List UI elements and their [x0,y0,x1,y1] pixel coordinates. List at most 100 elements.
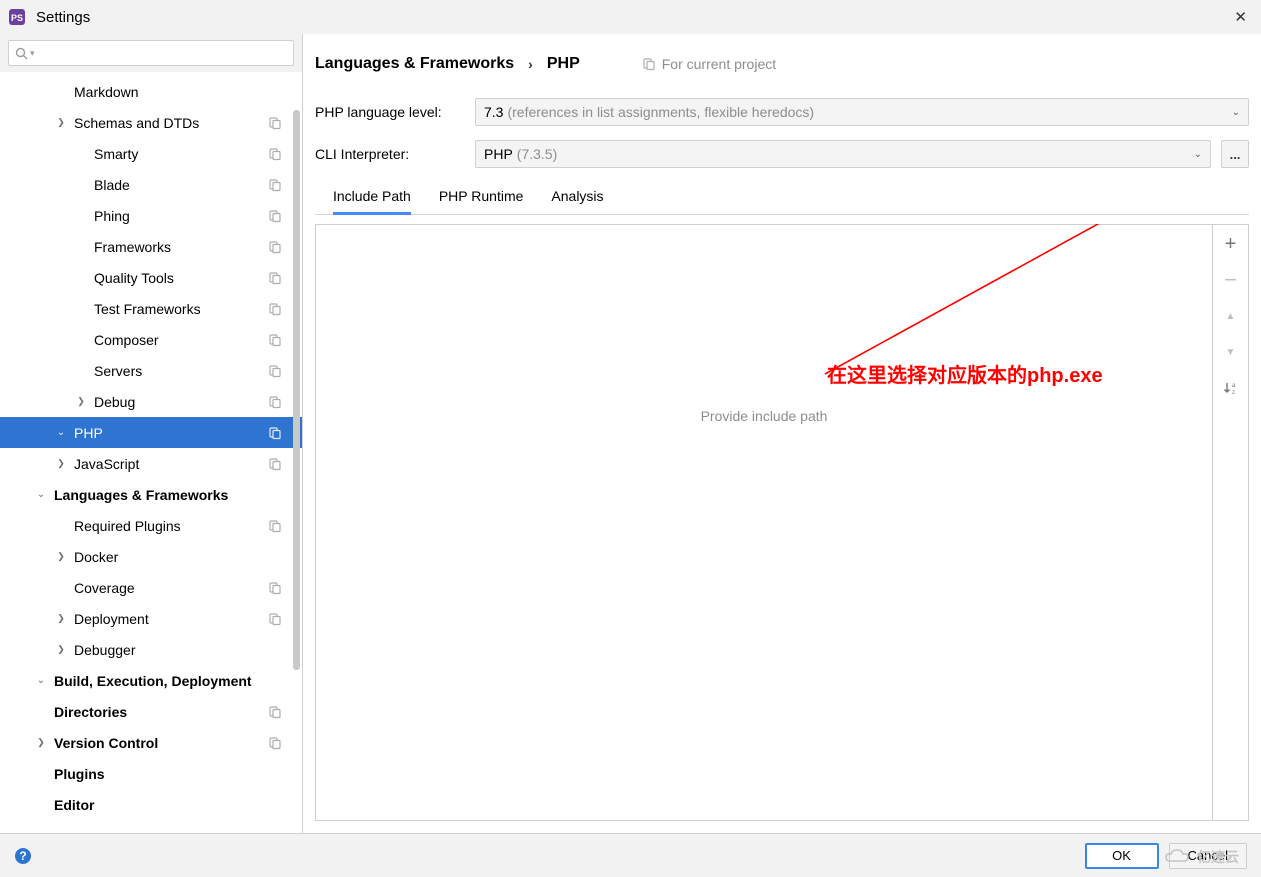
tree-arrow-right-icon[interactable]: ❯ [54,644,68,655]
project-scope-icon [268,581,282,595]
tree-arrow-down-icon[interactable]: ⌄ [34,489,48,500]
svg-text:a: a [1232,383,1236,389]
tree-item-label: Editor [54,797,282,813]
tree-item-label: Version Control [54,735,268,751]
chevron-down-icon: ⌄ [1194,149,1202,160]
tree-item-servers[interactable]: Servers [0,355,302,386]
project-icon [642,57,656,71]
php-language-level-combo[interactable]: 7.3 (references in list assignments, fle… [475,98,1249,126]
tree-item-label: Blade [94,177,268,193]
php-language-level-label: PHP language level: [315,104,465,120]
move-down-button[interactable]: ▼ [1220,341,1242,363]
sort-button[interactable]: az [1220,377,1242,399]
tree-item-label: Composer [94,332,268,348]
tree-item-debug[interactable]: ❯ Debug [0,386,302,417]
tree-item-frameworks[interactable]: Frameworks [0,231,302,262]
tree-arrow-right-icon[interactable]: ❯ [54,458,68,469]
ok-button[interactable]: OK [1085,843,1159,869]
tree-item-deployment[interactable]: ❯Deployment [0,603,302,634]
tree-item-required-plugins[interactable]: Required Plugins [0,510,302,541]
tree-arrow-right-icon[interactable]: ❯ [54,551,68,562]
help-button[interactable]: ? [14,846,34,866]
tree-item-languages-frameworks[interactable]: ⌄ Languages & Frameworks [0,479,302,510]
tree-item-label: Directories [54,704,268,720]
app-icon: PS [8,8,26,26]
tree-arrow-down-icon[interactable]: ⌄ [34,675,48,686]
tree-item-smarty[interactable]: Smarty [0,138,302,169]
tree-item-schemas-and-dtds[interactable]: ❯ Schemas and DTDs [0,107,302,138]
project-scope-icon [268,705,282,719]
dialog-footer: ? OK Cancel [0,833,1261,877]
settings-sidebar: ▾ Markdown ❯ Schemas and DTDs Smarty Blade Ph… [0,34,303,833]
include-path-placeholder: Provide include path [701,408,828,424]
tree-item-label: Frameworks [94,239,268,255]
tree-arrow-right-icon[interactable]: ❯ [74,396,88,407]
cli-interpreter-browse-button[interactable]: ... [1221,140,1249,168]
list-toolbar: + − ▲ ▼ az [1213,224,1249,821]
tree-item-label: PHP [74,425,268,441]
tree-item-blade[interactable]: Blade [0,169,302,200]
tree-arrow-right-icon[interactable]: ❯ [54,117,68,128]
tree-item-php[interactable]: ⌄ PHP [0,417,302,448]
tree-item-label: JavaScript [74,456,268,472]
tree-arrow-right-icon[interactable]: ❯ [54,613,68,624]
tree-item-plugins[interactable]: Plugins [0,758,302,789]
add-button[interactable]: + [1220,233,1242,255]
tree-item-label: Coverage [74,580,268,596]
search-filter-chevron-icon[interactable]: ▾ [30,48,35,59]
tree-item-javascript[interactable]: ❯ JavaScript [0,448,302,479]
cancel-button[interactable]: Cancel [1169,843,1247,869]
tab-bar: Include Path PHP Runtime Analysis [315,188,1249,215]
search-box[interactable]: ▾ [8,40,294,66]
scrollbar-thumb[interactable] [293,110,300,670]
for-current-project-note: For current project [642,56,776,72]
tree-item-quality-tools[interactable]: Quality Tools [0,262,302,293]
project-scope-icon [268,333,282,347]
tree-arrow-right-icon[interactable]: ❯ [34,737,48,748]
settings-tree[interactable]: Markdown ❯ Schemas and DTDs Smarty Blade Phin… [0,72,302,833]
tree-item-label: Test Frameworks [94,301,268,317]
tree-item-version-control[interactable]: ❯ Version Control [0,727,302,758]
tree-item-label: Debug [94,394,268,410]
include-path-list[interactable]: Provide include path [315,224,1213,821]
tree-item-label: Build, Execution, Deployment [54,673,282,689]
tree-item-label: Phing [94,208,268,224]
tree-item-debugger[interactable]: ❯Debugger [0,634,302,665]
tab-php-runtime[interactable]: PHP Runtime [439,188,524,214]
tree-arrow-down-icon[interactable]: ⌄ [54,427,68,438]
project-scope-icon [268,519,282,533]
project-scope-icon [268,178,282,192]
tree-item-label: Quality Tools [94,270,268,286]
tab-include-path[interactable]: Include Path [333,188,411,215]
tree-item-label: Required Plugins [74,518,268,534]
project-scope-icon [268,209,282,223]
tree-item-test-frameworks[interactable]: Test Frameworks [0,293,302,324]
move-up-button[interactable]: ▲ [1220,305,1242,327]
cli-interpreter-combo[interactable]: PHP (7.3.5) ⌄ [475,140,1211,168]
project-scope-icon [268,240,282,254]
tree-item-directories[interactable]: Directories [0,696,302,727]
tree-item-label: Schemas and DTDs [74,115,268,131]
window-title: Settings [36,9,90,26]
search-input[interactable] [39,46,287,61]
tree-item-build-execution-deployment[interactable]: ⌄ Build, Execution, Deployment [0,665,302,696]
tree-item-label: Servers [94,363,268,379]
svg-text:z: z [1232,390,1235,396]
tree-item-docker[interactable]: ❯Docker [0,541,302,572]
tree-item-markdown[interactable]: Markdown [0,76,302,107]
tree-item-coverage[interactable]: Coverage [0,572,302,603]
close-button[interactable]: ✕ [1228,8,1253,26]
project-scope-icon [268,457,282,471]
project-scope-icon [268,271,282,285]
remove-button[interactable]: − [1220,269,1242,291]
breadcrumb-root[interactable]: Languages & Frameworks [315,55,514,73]
tree-item-phing[interactable]: Phing [0,200,302,231]
project-scope-icon [268,612,282,626]
tree-item-composer[interactable]: Composer [0,324,302,355]
project-scope-icon [268,116,282,130]
project-scope-icon [268,302,282,316]
tree-item-editor[interactable]: Editor [0,789,302,820]
tab-analysis[interactable]: Analysis [551,188,603,214]
tree-item-label: Languages & Frameworks [54,487,282,503]
settings-main-panel: Languages & Frameworks › PHP For current… [303,34,1261,833]
